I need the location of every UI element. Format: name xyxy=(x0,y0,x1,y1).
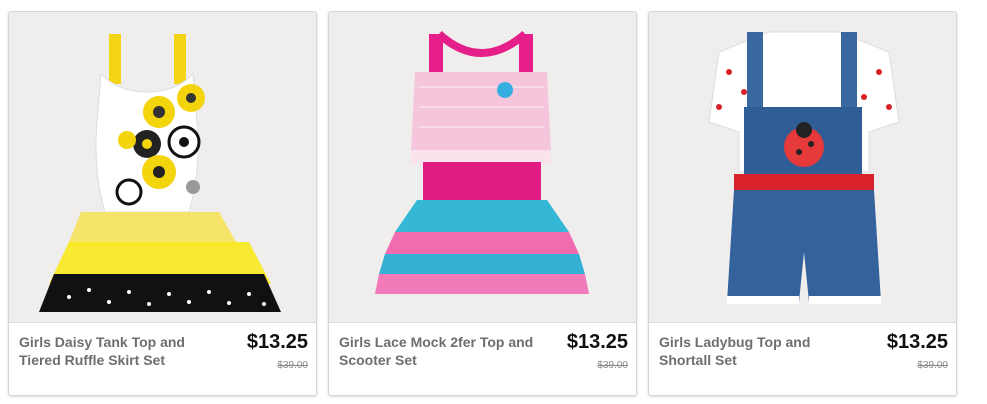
outfit-daisy-image xyxy=(9,12,316,322)
product-card[interactable]: Girls Lace Mock 2fer Top and Scooter Set… xyxy=(328,11,637,396)
product-image[interactable] xyxy=(329,12,636,323)
outfit-ladybug-image xyxy=(649,12,956,322)
sale-price: $13.25 xyxy=(886,331,948,353)
sale-price: $13.25 xyxy=(566,331,628,353)
product-image[interactable] xyxy=(649,12,956,323)
outfit-lace-image xyxy=(329,12,636,322)
sale-price: $13.25 xyxy=(246,331,308,353)
original-price: $39.00 xyxy=(917,360,948,371)
product-info: Girls Ladybug Top and Shortall Set $13.2… xyxy=(649,323,956,395)
product-name[interactable]: Girls Daisy Tank Top and Tiered Ruffle S… xyxy=(19,333,219,369)
product-name[interactable]: Girls Lace Mock 2fer Top and Scooter Set xyxy=(339,333,539,369)
product-info: Girls Daisy Tank Top and Tiered Ruffle S… xyxy=(9,323,316,395)
product-info: Girls Lace Mock 2fer Top and Scooter Set… xyxy=(329,323,636,395)
product-grid: Girls Daisy Tank Top and Tiered Ruffle S… xyxy=(0,0,987,404)
product-image[interactable] xyxy=(9,12,316,323)
product-card[interactable]: Girls Ladybug Top and Shortall Set $13.2… xyxy=(648,11,957,396)
product-card[interactable]: Girls Daisy Tank Top and Tiered Ruffle S… xyxy=(8,11,317,396)
original-price: $39.00 xyxy=(597,360,628,371)
original-price: $39.00 xyxy=(277,360,308,371)
product-name[interactable]: Girls Ladybug Top and Shortall Set xyxy=(659,333,859,369)
